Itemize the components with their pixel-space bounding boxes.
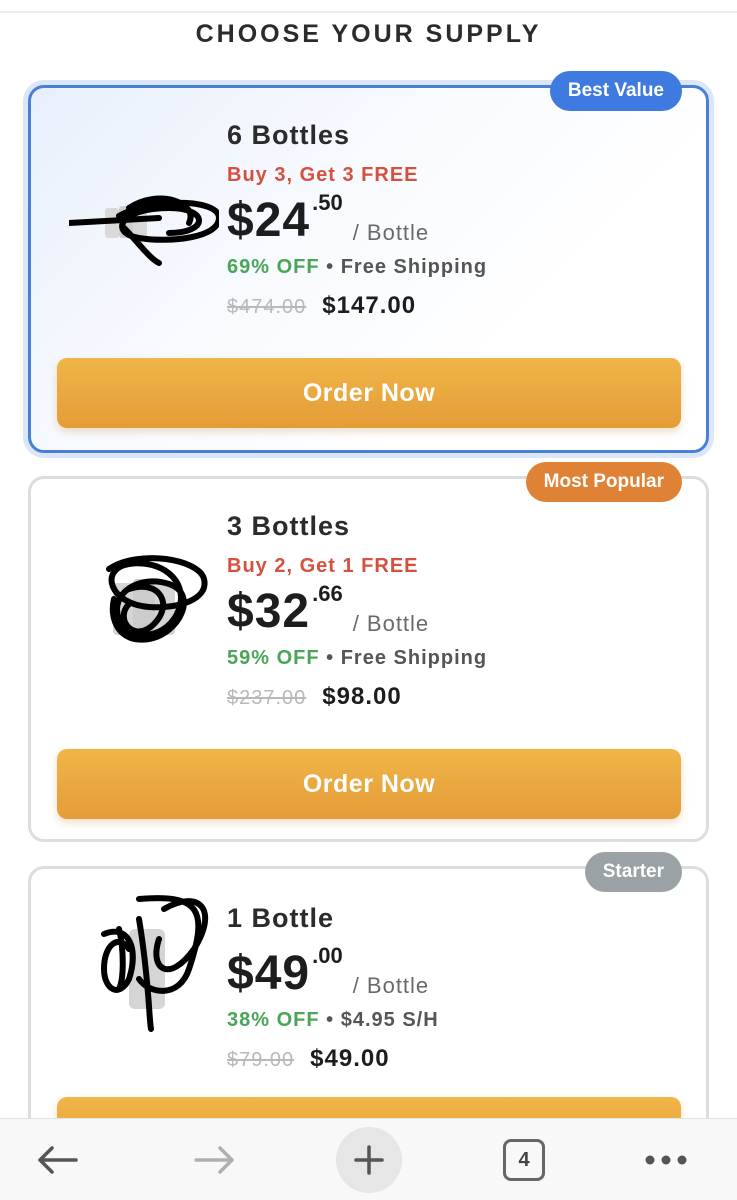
price-dollars: $32	[227, 585, 311, 638]
new-tab-circle	[336, 1127, 402, 1193]
arrow-left-icon	[38, 1146, 78, 1174]
plus-icon	[354, 1145, 384, 1175]
savings-line: 59% OFF • Free Shipping	[227, 647, 487, 675]
quantity-label: 6 Bottles	[227, 120, 351, 150]
totals-row: $474.00 $147.00	[227, 292, 487, 320]
shipping-label: Free Shipping	[340, 647, 488, 669]
new-tab-button[interactable]	[336, 1119, 402, 1200]
price-row: $24 .50 / Bottle	[227, 188, 487, 250]
totals-row: $237.00 $98.00	[227, 683, 487, 711]
back-button[interactable]	[20, 1119, 96, 1200]
more-dots-icon	[645, 1155, 687, 1165]
offer-info: 6 Bottles Buy 3, Get 3 FREE $24 .50 / Bo…	[227, 120, 487, 320]
forward-button[interactable]	[176, 1119, 252, 1200]
price-cents: .66	[312, 581, 343, 606]
per-unit-label: / Bottle	[352, 220, 430, 245]
promo-label: Buy 3, Get 3 FREE	[227, 164, 419, 186]
offer-badge: Starter	[584, 852, 682, 892]
price-row: $49 .00 / Bottle	[227, 941, 439, 1003]
page: CHOOSE YOUR SUPPLY Best Value 6 Bottles …	[0, 0, 737, 1200]
quantity-label: 3 Bottles	[227, 511, 351, 541]
bullet-separator: •	[326, 256, 335, 278]
page-title: CHOOSE YOUR SUPPLY	[195, 20, 542, 48]
arrow-right-icon	[194, 1146, 234, 1174]
offer-badge: Best Value	[549, 71, 682, 111]
divider	[0, 11, 737, 13]
total-price: $98.00	[322, 683, 402, 710]
tab-count: 4	[503, 1139, 545, 1181]
old-price: $79.00	[227, 1049, 295, 1071]
price-dollars: $24	[227, 194, 311, 247]
per-unit-label: / Bottle	[352, 611, 430, 636]
offer-badge: Most Popular	[525, 462, 682, 502]
savings-line: 38% OFF • $4.95 S/H	[227, 1009, 439, 1037]
quantity-label: 1 Bottle	[227, 903, 335, 933]
product-image	[69, 889, 219, 1039]
product-image	[66, 178, 223, 328]
old-price: $474.00	[227, 296, 307, 318]
offer-card-3-bottles: Most Popular 3 Bottles Buy 2, Get 1 FREE…	[28, 462, 709, 842]
totals-row: $79.00 $49.00	[227, 1045, 439, 1073]
price-row: $32 .66 / Bottle	[227, 579, 487, 641]
product-image	[69, 549, 219, 699]
old-price: $237.00	[227, 687, 307, 709]
price-dollars: $49	[227, 947, 311, 1000]
bullet-separator: •	[326, 647, 335, 669]
discount-label: 69% OFF	[227, 256, 320, 278]
bullet-separator: •	[326, 1009, 335, 1031]
price-cents: .50	[312, 190, 343, 215]
browser-toolbar: 4	[0, 1118, 737, 1200]
promo-label: Buy 2, Get 1 FREE	[227, 555, 419, 577]
total-price: $147.00	[322, 292, 417, 319]
discount-label: 38% OFF	[227, 1009, 320, 1031]
discount-label: 59% OFF	[227, 647, 320, 669]
shipping-label: Free Shipping	[340, 256, 488, 278]
total-price: $49.00	[310, 1045, 390, 1072]
more-button[interactable]	[628, 1119, 704, 1200]
tabs-button[interactable]: 4	[486, 1119, 562, 1200]
price-cents: .00	[312, 943, 343, 968]
offer-info: 3 Bottles Buy 2, Get 1 FREE $32 .66 / Bo…	[227, 511, 487, 711]
order-now-button[interactable]: Order Now	[57, 358, 681, 428]
per-unit-label: / Bottle	[352, 973, 430, 998]
offer-info: 1 Bottle $49 .00 / Bottle 38% OFF • $4.9…	[227, 903, 439, 1073]
order-now-button[interactable]: Order Now	[57, 749, 681, 819]
offer-card-6-bottles: Best Value 6 Bottles Buy 3, Get 3 FREE $…	[28, 71, 709, 453]
shipping-label: $4.95 S/H	[340, 1009, 439, 1031]
savings-line: 69% OFF • Free Shipping	[227, 256, 487, 284]
